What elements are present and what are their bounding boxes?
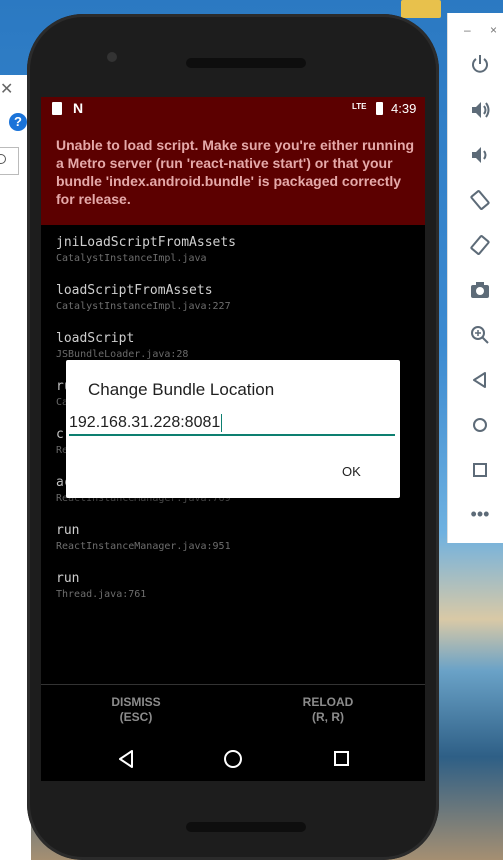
frame-function: loadScript [56, 331, 135, 346]
stack-frame[interactable]: run ReactInstanceManager.java:951 [56, 523, 416, 571]
search-field[interactable] [0, 147, 19, 175]
minimize-icon[interactable]: – [464, 23, 471, 37]
back-icon[interactable] [469, 369, 491, 391]
power-icon[interactable] [469, 53, 491, 75]
notification-icon: N [73, 100, 84, 116]
frame-source: CatalystInstanceImpl.java [56, 253, 207, 264]
lte-label: LTE [352, 102, 367, 111]
overview-icon[interactable] [334, 751, 349, 766]
frame-function: jniLoadScriptFromAssets [56, 235, 237, 250]
overview-icon[interactable] [469, 459, 491, 481]
back-icon[interactable] [118, 750, 134, 768]
search-icon [0, 154, 6, 164]
folder-icon[interactable] [401, 0, 441, 18]
rotate-right-icon[interactable] [469, 234, 491, 256]
reload-key: (R, R) [312, 710, 344, 724]
sd-card-icon [52, 102, 62, 115]
zoom-icon[interactable] [469, 324, 491, 346]
bundle-location-input[interactable]: 192.168.31.228:8081 [69, 412, 395, 436]
dismiss-button[interactable]: DISMISS (ESC) [61, 695, 211, 725]
frame-function: run [56, 523, 80, 538]
bottom-speaker [186, 822, 306, 832]
ok-button[interactable]: OK [342, 464, 361, 479]
dismiss-label: DISMISS [111, 695, 161, 709]
emulator-toolbar: – × ••• [447, 13, 503, 543]
stack-frame[interactable]: jniLoadScriptFromAssets CatalystInstanceI… [56, 235, 416, 283]
volume-up-icon[interactable] [469, 99, 491, 121]
status-bar: N LTE 4:39 [41, 97, 425, 121]
error-banner: Unable to load script. Make sure you're … [41, 121, 425, 225]
frame-source: ReactInstanceManager.java:951 [56, 541, 231, 552]
error-message: Unable to load script. Make sure you're … [56, 137, 415, 207]
frame-source: Thread.java:761 [56, 589, 147, 600]
change-bundle-dialog: Change Bundle Location 192.168.31.228:80… [66, 360, 400, 498]
rotate-left-icon[interactable] [469, 189, 491, 211]
reload-label: RELOAD [302, 695, 354, 709]
home-icon[interactable] [224, 750, 242, 768]
camera-icon[interactable] [469, 279, 491, 301]
camera-icon [107, 52, 117, 62]
dialog-title: Change Bundle Location [88, 380, 275, 399]
frame-function: loadScriptFromAssets [56, 283, 213, 298]
stack-frame[interactable]: run Thread.java:761 [56, 571, 416, 619]
more-icon[interactable]: ••• [469, 503, 491, 525]
text-cursor [221, 413, 223, 432]
clock: 4:39 [391, 101, 417, 116]
volume-down-icon[interactable] [469, 144, 491, 166]
help-icon[interactable]: ? [9, 113, 27, 131]
dismiss-key: (ESC) [119, 710, 153, 724]
reload-button[interactable]: RELOAD (R, R) [253, 695, 403, 725]
bundle-location-value: 192.168.31.228:8081 [69, 414, 221, 431]
close-icon[interactable]: ✕ [0, 79, 13, 99]
home-icon[interactable] [469, 414, 491, 436]
stack-frame[interactable]: loadScriptFromAssets CatalystInstanceImpl… [56, 283, 416, 331]
frame-source: CatalystInstanceImpl.java:227 [56, 301, 231, 312]
android-navbar [41, 736, 425, 781]
top-speaker [186, 58, 306, 68]
frame-function: run [56, 571, 80, 586]
close-icon[interactable]: × [490, 23, 497, 37]
battery-icon [376, 102, 383, 115]
